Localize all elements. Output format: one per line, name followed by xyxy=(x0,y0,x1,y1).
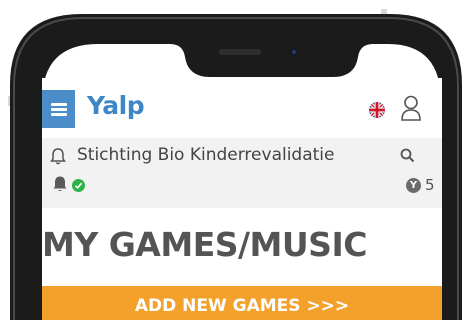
status-row: Y 5 xyxy=(42,172,442,208)
search-icon[interactable] xyxy=(400,148,415,163)
bell-filled-icon[interactable] xyxy=(52,175,68,193)
coin-icon: Y xyxy=(406,178,421,193)
add-new-games-button[interactable]: ADD NEW GAMES >>> xyxy=(42,286,442,320)
organization-bar: Stichting Bio Kinderrevalidatie Y 5 xyxy=(42,138,442,208)
app-header: Yalp xyxy=(42,78,442,138)
uk-flag-icon[interactable] xyxy=(369,102,385,118)
add-new-games-label: ADD NEW GAMES >>> xyxy=(134,296,350,316)
app-screen: Yalp Stichting Bio Kinderrevalidatie Y 5… xyxy=(42,78,442,320)
organization-name[interactable]: Stichting Bio Kinderrevalidatie xyxy=(77,145,335,165)
user-icon[interactable] xyxy=(400,95,422,121)
app-logo[interactable]: Yalp xyxy=(87,91,145,120)
organization-row: Stichting Bio Kinderrevalidatie xyxy=(42,138,442,172)
menu-button[interactable] xyxy=(42,90,75,128)
bell-outline-icon[interactable] xyxy=(50,147,66,165)
coin-count: 5 xyxy=(425,176,435,194)
page-title: MY GAMES/MUSIC xyxy=(42,225,367,264)
check-circle-icon xyxy=(72,179,85,192)
hamburger-icon xyxy=(50,102,67,116)
